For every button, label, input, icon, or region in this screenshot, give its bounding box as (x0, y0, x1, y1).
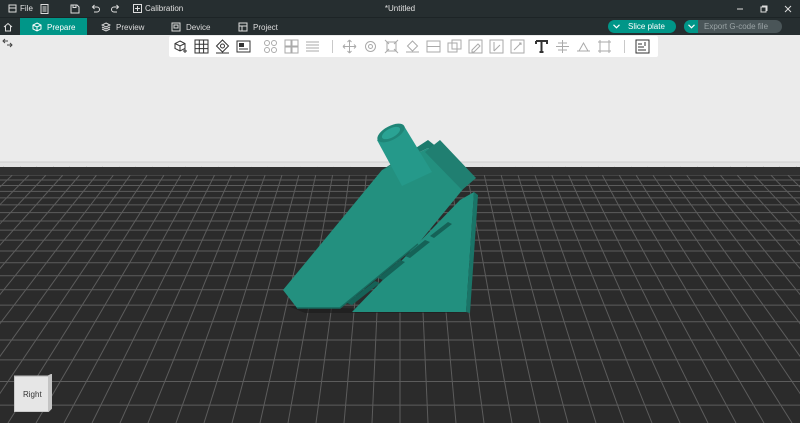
file-menu[interactable]: File (4, 0, 37, 17)
slice-dropdown-chevron[interactable] (610, 20, 622, 33)
redo-button[interactable] (107, 0, 125, 17)
move-icon (342, 39, 357, 54)
calibration-menu[interactable]: Calibration (129, 0, 187, 17)
tab-preview[interactable]: Preview (101, 18, 144, 36)
seam-paint-icon (489, 39, 504, 54)
tab-project[interactable]: Project (238, 18, 278, 36)
split-parts-icon (284, 39, 299, 54)
measure-icon (556, 40, 569, 53)
assembly-icon (598, 40, 611, 53)
emboss-button[interactable] (575, 38, 592, 55)
add-object-button[interactable] (173, 38, 190, 55)
cut-button[interactable] (425, 38, 442, 55)
tab-project-label: Project (253, 22, 278, 32)
minimize-icon (737, 8, 743, 9)
rotate-icon (365, 41, 376, 52)
rotate-button[interactable] (362, 38, 379, 55)
tab-preview-label: Preview (116, 22, 145, 32)
tab-device[interactable]: Device (171, 18, 210, 36)
layers-button[interactable] (304, 38, 321, 55)
viewport-toolbar (169, 36, 658, 57)
split-parts-button[interactable] (283, 38, 300, 55)
restore-icon (760, 5, 768, 12)
measure-button[interactable] (554, 38, 571, 55)
arrange-grid-icon (194, 39, 209, 54)
home-icon (3, 22, 12, 32)
auto-arrange-icon (264, 40, 277, 53)
slice-plate-button[interactable]: Slice plate (608, 20, 676, 33)
auto-arrange-button[interactable] (262, 38, 279, 55)
redo-icon (111, 4, 120, 12)
3d-viewport[interactable] (0, 35, 800, 423)
tab-prepare-label: Prepare (47, 22, 76, 32)
orient-icon (215, 39, 230, 54)
plate-icon (236, 40, 251, 53)
arrange-grid-button[interactable] (193, 38, 210, 55)
file-menu-label: File (20, 4, 33, 13)
undo-button[interactable] (86, 0, 104, 17)
view-cube[interactable]: Right (13, 373, 53, 413)
save-button[interactable] (66, 0, 84, 17)
toolbar-separator (624, 40, 625, 53)
lay-on-face-icon (406, 40, 419, 53)
variable-layer-icon (635, 39, 650, 54)
toolbar-separator (332, 40, 333, 53)
boolean-button[interactable] (446, 38, 463, 55)
export-dropdown-chevron[interactable] (684, 20, 698, 33)
support-paint-button[interactable] (467, 38, 484, 55)
scale-icon (384, 39, 399, 54)
chevron-down-icon (612, 24, 620, 29)
document-menu-button[interactable] (36, 0, 53, 17)
color-paint-button[interactable] (509, 38, 526, 55)
tab-device-label: Device (186, 22, 211, 32)
export-gcode-button[interactable]: Export G-code file (684, 20, 782, 33)
variable-layer-button[interactable] (634, 38, 651, 55)
plate-settings-button[interactable] (235, 38, 252, 55)
boolean-icon (447, 39, 462, 53)
tab-prepare[interactable]: Prepare (20, 18, 87, 36)
color-paint-icon (510, 39, 525, 54)
close-button[interactable] (778, 0, 798, 17)
save-icon (70, 4, 80, 13)
chevron-down-icon (687, 24, 695, 29)
viewport-scene[interactable] (0, 35, 800, 423)
scale-button[interactable] (383, 38, 400, 55)
slice-plate-label: Slice plate (628, 22, 665, 31)
device-printer-icon (171, 22, 181, 32)
export-gcode-label: Export G-code file (704, 22, 769, 31)
document-icon (40, 3, 49, 14)
calibration-label: Calibration (145, 4, 184, 13)
cut-icon (426, 40, 441, 53)
expand-sidebar-button[interactable] (2, 38, 14, 49)
slicer-window: File Calibration *Untitled Prepare Previ… (0, 0, 800, 423)
maximize-button[interactable] (754, 0, 774, 17)
file-menu-icon (8, 4, 17, 13)
text-tool-button[interactable] (533, 38, 550, 55)
project-icon (238, 22, 248, 32)
emboss-icon (577, 41, 590, 52)
view-cube-face-label: Right (23, 390, 42, 399)
undo-icon (91, 4, 100, 12)
move-button[interactable] (341, 38, 358, 55)
text-icon (535, 40, 548, 53)
title-bar: File Calibration *Untitled (0, 0, 800, 17)
support-paint-icon (468, 39, 483, 54)
assembly-button[interactable] (596, 38, 613, 55)
seam-paint-button[interactable] (488, 38, 505, 55)
prepare-cube-icon (32, 22, 42, 32)
orient-button[interactable] (214, 38, 231, 55)
close-icon (784, 5, 792, 12)
layers-icon (306, 41, 319, 52)
calibration-icon (133, 4, 142, 13)
expand-sidebar-icon (2, 38, 13, 48)
tab-home[interactable] (0, 18, 20, 36)
minimize-button[interactable] (730, 0, 750, 17)
tab-bar: Prepare Preview Device Project Slice pla… (0, 17, 800, 36)
lay-on-face-button[interactable] (404, 38, 421, 55)
preview-layers-icon (101, 22, 111, 32)
add-object-icon (174, 40, 187, 53)
